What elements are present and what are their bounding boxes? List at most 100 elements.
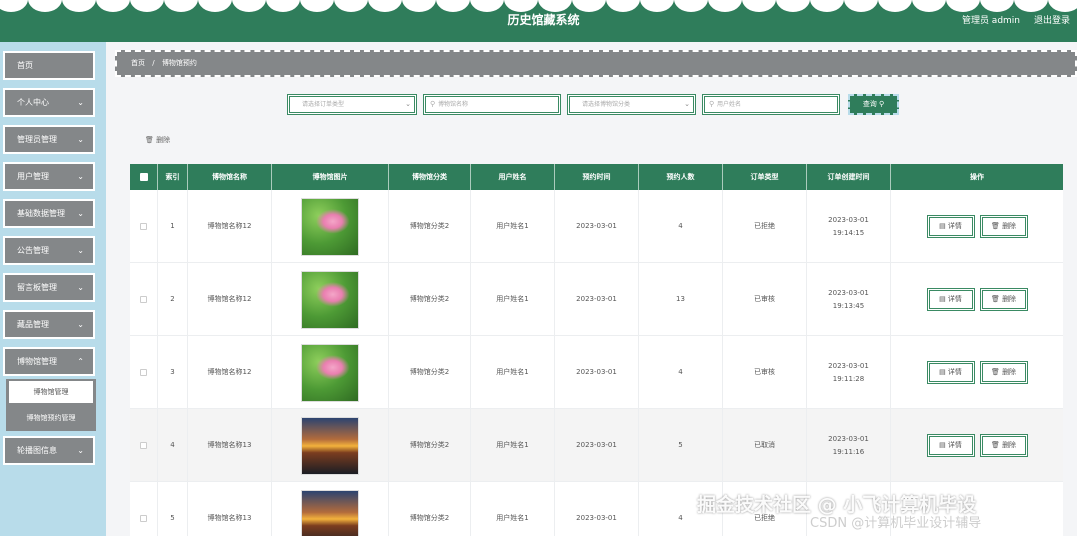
row-select-cell [130,336,158,409]
trash-icon: 🗑 [990,295,1000,303]
detail-icon: ▤ [939,441,946,449]
sidebar-item-users[interactable]: 用户管理 ⌄ [3,162,95,191]
row-checkbox[interactable] [140,223,147,230]
select-all-checkbox[interactable] [140,173,148,181]
sidebar-item-home[interactable]: 首页 [3,51,95,80]
sidebar-item-announcements[interactable]: 公告管理 ⌄ [3,236,95,265]
column-header: 预约人数 [639,164,723,190]
cell-created: 2023-03-01 19:11:28 [807,336,891,409]
museum-category-placeholder: 请选择博物馆分类 [582,101,631,108]
delete-button[interactable]: 🗑 删除 [979,434,1028,457]
detail-button[interactable]: ▤ 详情 [926,288,975,311]
cell-user: 用户姓名1 [471,482,555,536]
cell-user: 用户姓名1 [471,190,555,263]
museum-submenu: 博物馆管理 博物馆预约管理 [6,379,96,431]
column-header: 预约时间 [555,164,639,190]
chevron-down-icon: ⌄ [77,98,84,107]
order-type-placeholder: 请选择订单类型 [302,101,345,108]
sidebar-item-museum[interactable]: 博物馆管理 ⌃ [3,347,95,376]
sidebar-item-message-board[interactable]: 留言板管理 ⌄ [3,273,95,302]
cell-museum-name: 博物馆名称13 [188,409,272,482]
sidebar-item-carousel[interactable]: 轮播图信息 ⌄ [3,436,95,465]
cell-date: 2023-03-01 [555,336,639,409]
column-header: 博物馆名称 [188,164,272,190]
query-button[interactable]: 查询 ⚲ [848,94,899,115]
cell-museum-name: 博物馆名称12 [188,336,272,409]
column-header: 操作 [970,173,984,181]
cell-status: 已拒绝 [723,190,807,263]
cell-image [272,190,389,263]
header-select-all[interactable] [130,164,158,190]
breadcrumb-separator: / [152,59,155,67]
submenu-item-museum-manage[interactable]: 博物馆管理 [9,381,93,403]
cell-image [272,336,389,409]
sunset-road-image [301,489,359,536]
header-bar: 历史馆藏系统 管理员 admin 退出登录 [0,0,1077,42]
detail-button[interactable]: ▤ 详情 [926,434,975,457]
cell-index: 3 [158,336,188,409]
sidebar-item-profile[interactable]: 个人中心 ⌄ [3,88,95,117]
order-type-select[interactable]: 请选择订单类型 ⌄ [287,94,417,115]
column-header: 用户姓名 [471,164,555,190]
sidebar-item-label: 公告管理 [17,246,49,255]
museum-name-input[interactable]: ⚲ 博物馆名称 [423,94,561,115]
row-checkbox[interactable] [140,296,147,303]
delete-button[interactable]: 🗑 删除 [979,288,1028,311]
sidebar-item-admin[interactable]: 管理员管理 ⌄ [3,125,95,154]
delete-button[interactable]: 🗑 删除 [979,215,1028,238]
cell-category: 博物馆分类2 [389,336,471,409]
cell-museum-name: 博物馆名称13 [188,482,272,536]
row-checkbox[interactable] [140,515,147,522]
cell-actions: ▤ 详情 🗑 删除 [891,263,1063,336]
delete-label: 删除 [1002,441,1017,449]
cell-museum-name: 博物馆名称12 [188,263,272,336]
table-row: 3 博物馆名称12 博物馆分类2 用户姓名1 2023-03-01 4 已审核 … [130,336,1063,409]
sidebar-item-label: 基础数据管理 [17,209,65,218]
cell-image [272,263,389,336]
submenu-item-museum-booking[interactable]: 博物馆预约管理 [6,407,96,429]
breadcrumb-home[interactable]: 首页 [131,59,145,67]
cell-index: 4 [158,409,188,482]
column-header: 博物馆图片 [272,164,389,190]
cell-created: 2023-03-01 19:11:16 [807,409,891,482]
row-checkbox[interactable] [140,369,147,376]
table-row: 1 博物馆名称12 博物馆分类2 用户姓名1 2023-03-01 4 已拒绝 … [130,190,1063,263]
sidebar-item-collections[interactable]: 藏品管理 ⌄ [3,310,95,339]
chevron-down-icon: ⌄ [77,172,84,181]
bulk-delete-button[interactable]: 🗑 删除 [145,135,170,145]
cell-date: 2023-03-01 [555,190,639,263]
cell-created: 2023-03-01 19:14:15 [807,190,891,263]
row-select-cell [130,263,158,336]
cell-category: 博物馆分类2 [389,409,471,482]
cell-date: 2023-03-01 [555,482,639,536]
cell-user: 用户姓名1 [471,409,555,482]
delete-label: 删除 [1002,368,1017,376]
cell-index: 5 [158,482,188,536]
cell-actions: ▤ 详情 🗑 删除 [891,336,1063,409]
sidebar-item-label: 首页 [17,61,33,70]
cell-user: 用户姓名1 [471,336,555,409]
user-name-input[interactable]: ⚲ 用户姓名 [702,94,840,115]
museum-name-placeholder: 博物馆名称 [438,101,469,108]
row-checkbox[interactable] [140,442,147,449]
sunset-road-image [301,416,359,475]
detail-button[interactable]: ▤ 详情 [926,361,975,384]
delete-button[interactable]: 🗑 删除 [979,361,1028,384]
search-icon: ⚲ [709,100,715,108]
detail-button[interactable]: ▤ 详情 [926,215,975,238]
logout-link[interactable]: 退出登录 [1034,13,1070,26]
cell-museum-name: 博物馆名称12 [188,190,272,263]
sidebar-item-base-data[interactable]: 基础数据管理 ⌄ [3,199,95,228]
museum-category-select[interactable]: 请选择博物馆分类 ⌄ [567,94,696,115]
chevron-up-icon: ⌃ [77,357,84,366]
cell-count: 4 [639,336,723,409]
current-user-label: 管理员 admin [961,16,1020,26]
cell-date: 2023-03-01 [555,409,639,482]
lotus-image [301,197,359,256]
column-header: 订单创建时间 [807,164,891,190]
breadcrumb-current: 博物馆预约 [161,59,197,67]
sidebar-item-label: 管理员管理 [17,135,57,144]
cell-actions: ▤ 详情 🗑 删除 [891,190,1063,263]
cell-count: 5 [639,409,723,482]
cell-user: 用户姓名1 [471,263,555,336]
